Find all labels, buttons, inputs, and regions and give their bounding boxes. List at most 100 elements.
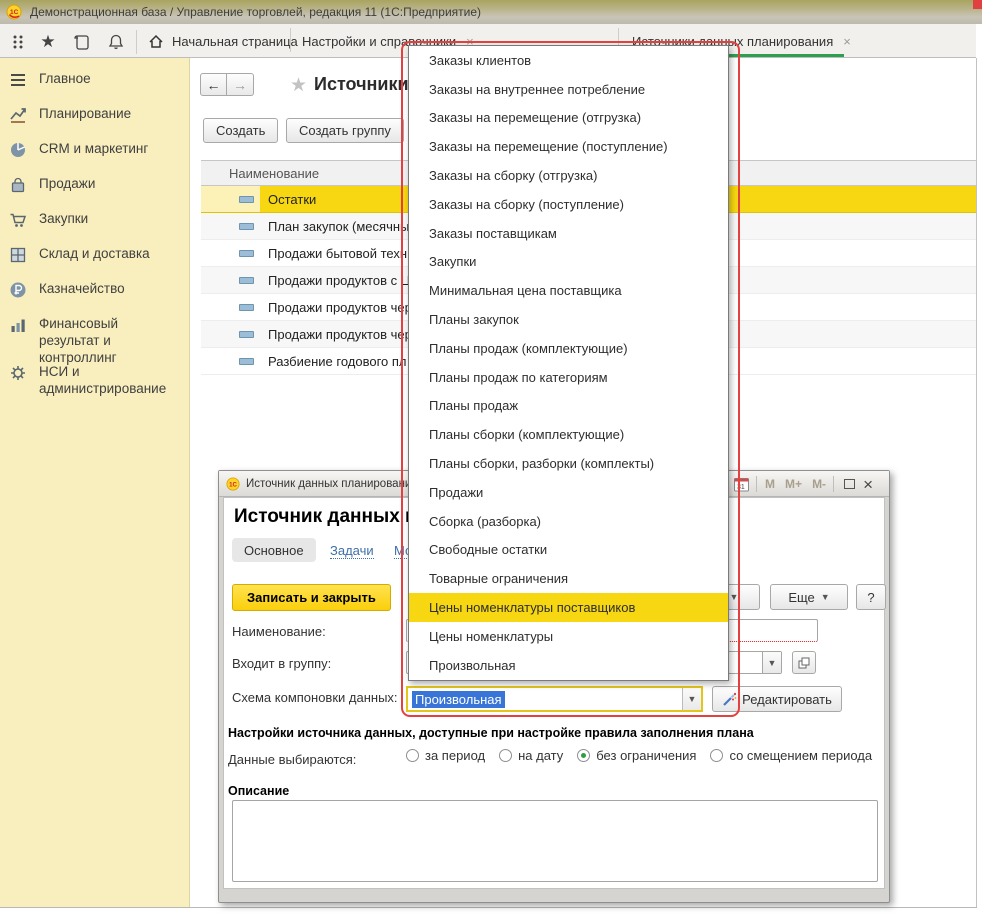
sidebar-item-planning[interactable]: Планирование <box>0 105 190 125</box>
period-radio[interactable]: без ограничения <box>577 748 696 763</box>
dropdown-item[interactable]: Продажи <box>409 478 728 507</box>
history-icon[interactable] <box>70 31 94 53</box>
planning-icon <box>8 105 28 125</box>
dropdown-item[interactable]: Планы продаж <box>409 392 728 421</box>
m-button[interactable]: M <box>765 477 775 491</box>
bag-icon <box>8 175 28 195</box>
schema-combo[interactable]: Произвольная ▼ <box>406 686 703 712</box>
svg-text:1С: 1С <box>229 481 237 488</box>
dropdown-item[interactable]: Заказы поставщикам <box>409 219 728 248</box>
edit-schema-button[interactable]: Редактировать <box>712 686 842 712</box>
more-button[interactable]: Еще▼ <box>770 584 848 610</box>
list-item-dash-icon <box>239 304 254 311</box>
dialog-titlebar-controls: 31 M M+ M- × <box>716 474 881 494</box>
radio-label: за период <box>425 748 485 763</box>
name-field-label: Наименование: <box>232 624 326 639</box>
dialog-tab-tasks[interactable]: Задачи <box>330 543 374 559</box>
sidebar-item-crm[interactable]: CRM и маркетинг <box>0 140 190 160</box>
dropdown-item[interactable]: Планы сборки (комплектующие) <box>409 420 728 449</box>
row-label: Продажи продуктов с Ц <box>268 273 410 288</box>
period-radio[interactable]: на дату <box>499 748 563 763</box>
radio-label: на дату <box>518 748 563 763</box>
sidebar-item-admin[interactable]: НСИ и администрирование <box>0 363 190 397</box>
favorites-star-icon[interactable]: ★ <box>36 31 60 53</box>
dropdown-item[interactable]: Заказы на внутреннее потребление <box>409 75 728 104</box>
dropdown-item-label: Планы сборки (комплектующие) <box>429 427 624 442</box>
dropdown-item[interactable]: Заказы на перемещение (отгрузка) <box>409 104 728 133</box>
dropdown-item[interactable]: Планы продаж по категориям <box>409 363 728 392</box>
sidebar-item-treasury[interactable]: Казначейство <box>0 280 190 300</box>
tab-close-icon[interactable]: × <box>843 34 851 49</box>
dropdown-item[interactable]: Сборка (разборка) <box>409 507 728 536</box>
row-label: Продажи продуктов чер <box>268 300 412 315</box>
dropdown-item[interactable]: Закупки <box>409 248 728 277</box>
dropdown-item-label: Заказы на сборку (поступление) <box>429 197 624 212</box>
favorite-star-icon[interactable]: ★ <box>290 74 307 97</box>
help-button[interactable]: ? <box>856 584 886 610</box>
open-list-button[interactable] <box>792 651 816 674</box>
list-item-dash-icon <box>239 223 254 230</box>
dropdown-item[interactable]: Заказы на сборку (поступление) <box>409 190 728 219</box>
maximize-icon[interactable] <box>844 479 855 489</box>
sidebar-item-purchases[interactable]: Закупки <box>0 210 190 230</box>
dropdown-item[interactable]: Минимальная цена поставщика <box>409 276 728 305</box>
schema-dropdown-list: Заказы клиентов Заказы на внутреннее пот… <box>408 45 729 681</box>
dialog-tab-main[interactable]: Основное <box>232 538 316 562</box>
row-label: План закупок (месячны <box>268 219 409 234</box>
sidebar-item-sales[interactable]: Продажи <box>0 175 190 195</box>
list-item-dash-icon <box>239 358 254 365</box>
save-and-close-button[interactable]: Записать и закрыть <box>232 584 391 611</box>
dropdown-item[interactable]: Планы продаж (комплектующие) <box>409 334 728 363</box>
dropdown-item[interactable]: Цены номенклатуры <box>409 622 728 651</box>
row-label: Продажи бытовой техн <box>268 246 407 261</box>
close-icon[interactable]: × <box>863 476 873 493</box>
window-bottom-border <box>0 907 977 908</box>
dropdown-item-label: Заказы на перемещение (отгрузка) <box>429 110 641 125</box>
description-textarea[interactable] <box>232 800 878 882</box>
dropdown-item-label: Цены номенклатуры <box>429 629 553 644</box>
calendar-icon[interactable]: 31 <box>734 477 749 492</box>
svg-text:31: 31 <box>737 484 745 491</box>
row-label: Разбиение годового пл <box>268 354 407 369</box>
period-radio[interactable]: со смещением периода <box>710 748 872 763</box>
schema-combo-value: Произвольная <box>412 691 505 708</box>
chevron-down-icon[interactable]: ▼ <box>682 688 701 710</box>
period-radio[interactable]: за период <box>406 748 485 763</box>
tab-home-label: Начальная страница <box>172 34 298 49</box>
back-button[interactable]: ← <box>200 73 227 96</box>
list-item-dash-icon <box>239 250 254 257</box>
dropdown-item[interactable]: Заказы на перемещение (поступление) <box>409 132 728 161</box>
period-select-label: Данные выбираются: <box>228 752 356 767</box>
dropdown-item[interactable]: Заказы клиентов <box>409 46 728 75</box>
pie-icon <box>8 140 28 160</box>
sidebar-item-main[interactable]: Главное <box>0 70 190 90</box>
forward-button[interactable]: → <box>227 73 254 96</box>
gear-icon <box>8 363 28 383</box>
dialog-title: Источник данных планировани: <box>246 478 415 490</box>
sidebar-item-finance[interactable]: Финансовый результат и контроллинг <box>0 315 190 366</box>
dropdown-item[interactable]: Свободные остатки <box>409 536 728 565</box>
create-group-button[interactable]: Создать группу <box>286 118 404 143</box>
dropdown-item-label: Планы продаж <box>429 398 518 413</box>
dropdown-item[interactable]: Цены номенклатуры поставщиков <box>409 593 728 622</box>
create-button[interactable]: Создать <box>203 118 278 143</box>
dropdown-item[interactable]: Заказы на сборку (отгрузка) <box>409 161 728 190</box>
dropdown-item-label: Минимальная цена поставщика <box>429 283 622 298</box>
m-plus-button[interactable]: M+ <box>785 477 802 491</box>
dropdown-item[interactable]: Произвольная <box>409 651 728 680</box>
tab-home[interactable]: Начальная страница <box>148 24 298 58</box>
dropdown-item[interactable]: Товарные ограничения <box>409 564 728 593</box>
column-name-header: Наименование <box>229 166 319 181</box>
window-close-fragment[interactable] <box>973 0 982 9</box>
sidebar-item-warehouse[interactable]: Склад и доставка <box>0 245 190 265</box>
1c-logo-icon: 1С <box>226 477 240 491</box>
dropdown-item-label: Сборка (разборка) <box>429 514 541 529</box>
svg-text:1С: 1С <box>10 9 19 16</box>
m-minus-button[interactable]: M- <box>812 477 826 491</box>
dropdown-item[interactable]: Планы закупок <box>409 305 728 334</box>
radio-label: без ограничения <box>596 748 696 763</box>
menu-dots-icon[interactable] <box>6 31 30 53</box>
dropdown-item[interactable]: Планы сборки, разборки (комплекты) <box>409 449 728 478</box>
notifications-bell-icon[interactable] <box>104 31 128 53</box>
chevron-down-icon[interactable]: ▼ <box>762 652 781 673</box>
